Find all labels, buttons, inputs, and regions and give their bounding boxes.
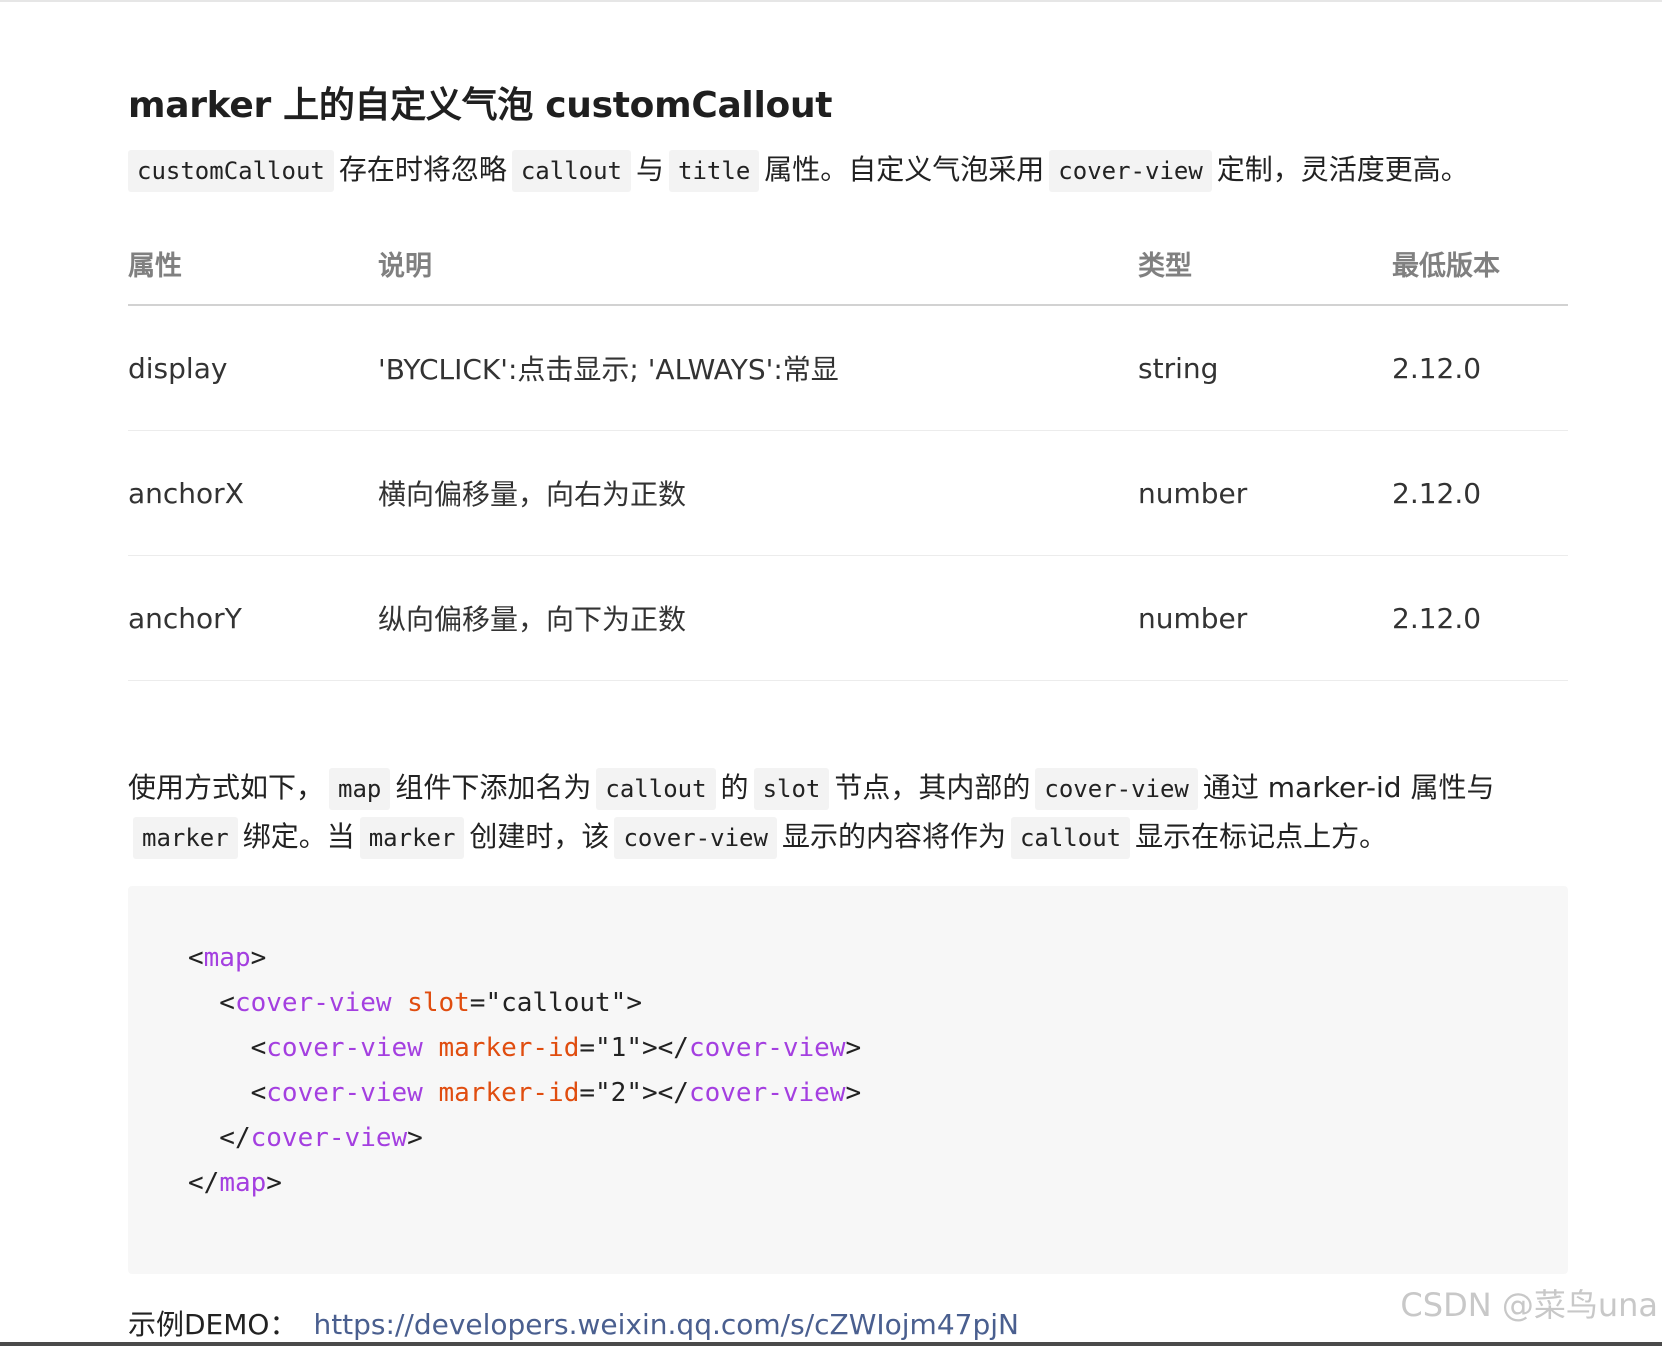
code-tag-name: map bbox=[203, 943, 251, 973]
usage-text: 显示在标记点上方。 bbox=[1135, 820, 1388, 853]
table-row: anchorY 纵向偏移量，向下为正数 number 2.12.0 bbox=[128, 555, 1568, 681]
table-row: anchorX 横向偏移量，向右为正数 number 2.12.0 bbox=[128, 430, 1568, 556]
code-punct bbox=[423, 1033, 439, 1063]
usage-text: 创建时，该 bbox=[469, 820, 610, 853]
intro-paragraph: customCallout 存在时将忽略 callout 与 title 属性。自定义气泡… bbox=[128, 148, 1469, 193]
cell-desc: 'BYCLICK':点击显示; 'ALWAYS':常显 bbox=[378, 305, 1138, 431]
cell-type: number bbox=[1138, 430, 1392, 556]
code-punct: > bbox=[845, 1033, 862, 1063]
usage-text: 显示的内容将作为 bbox=[781, 820, 1006, 853]
code-punct: > bbox=[407, 1123, 423, 1153]
code-punct: > bbox=[845, 1078, 862, 1108]
usage-text: 节点，其内部的 bbox=[834, 771, 1031, 804]
code-punct: ="callout"> bbox=[469, 988, 642, 1018]
header-attr: 属性 bbox=[128, 222, 378, 306]
usage-text: 绑定。当 bbox=[242, 820, 355, 853]
cell-desc: 纵向偏移量，向下为正数 bbox=[378, 555, 1138, 681]
inline-code: marker bbox=[133, 817, 238, 859]
code-tag-name: cover-view bbox=[688, 1078, 846, 1108]
demo-line: 示例DEMO： https://developers.weixin.qq.com/… bbox=[128, 1303, 1019, 1343]
inline-code: callout bbox=[596, 768, 716, 810]
code-line: <cover-view marker-id="1"></cover-view> bbox=[188, 1033, 862, 1063]
cell-type: string bbox=[1138, 305, 1392, 431]
code-punct: </ bbox=[188, 1168, 220, 1198]
intro-text: 存在时将忽略 bbox=[338, 153, 507, 186]
header-version: 最低版本 bbox=[1392, 222, 1568, 306]
cell-attr: anchorY bbox=[128, 555, 378, 681]
header-desc: 说明 bbox=[378, 222, 1138, 306]
top-border bbox=[0, 0, 1662, 2]
cell-attr: display bbox=[128, 305, 378, 431]
code-line: <cover-view slot="callout"> bbox=[188, 988, 642, 1018]
code-punct: > bbox=[250, 943, 267, 973]
code-line: </cover-view> bbox=[188, 1123, 423, 1153]
cell-version-link[interactable]: 2.12.0 bbox=[1392, 555, 1568, 681]
table-row: display 'BYCLICK':点击显示; 'ALWAYS':常显 stri… bbox=[128, 305, 1568, 431]
inline-code: cover-view bbox=[1035, 768, 1198, 810]
code-listing: <map> <cover-view slot="callout"> <cover… bbox=[188, 936, 861, 1206]
cell-version-link[interactable]: 2.12.0 bbox=[1392, 305, 1568, 431]
intro-text: 属性。自定义气泡采用 bbox=[764, 153, 1045, 186]
inline-code: cover-view bbox=[1049, 150, 1212, 192]
code-punct: > bbox=[266, 1168, 282, 1198]
code-punct: < bbox=[188, 1033, 267, 1063]
code-tag-name: map bbox=[219, 1168, 267, 1198]
code-line: </map> bbox=[188, 1168, 282, 1198]
code-line: <cover-view marker-id="2"></cover-view> bbox=[188, 1078, 862, 1108]
code-tag-name: cover-view bbox=[234, 988, 392, 1018]
cell-version-link[interactable]: 2.12.0 bbox=[1392, 430, 1568, 556]
code-punct: </ bbox=[188, 1123, 251, 1153]
inline-code: marker bbox=[359, 817, 465, 859]
code-punct bbox=[392, 988, 408, 1018]
code-punct: ="2"></ bbox=[579, 1078, 689, 1108]
cell-attr: anchorX bbox=[128, 430, 378, 556]
bottom-border bbox=[0, 1342, 1662, 1346]
intro-text: 定制，灵活度更高。 bbox=[1216, 153, 1469, 186]
code-punct: < bbox=[188, 943, 204, 973]
section-heading: marker 上的自定义气泡 customCallout bbox=[128, 85, 833, 126]
cell-desc: 横向偏移量，向右为正数 bbox=[378, 430, 1138, 556]
code-punct: < bbox=[188, 988, 235, 1018]
intro-text: 与 bbox=[636, 153, 665, 186]
code-block: <map> <cover-view slot="callout"> <cover… bbox=[128, 886, 1568, 1274]
inline-code: customCallout bbox=[128, 150, 334, 192]
inline-code: title bbox=[669, 150, 760, 192]
code-punct: ="1"></ bbox=[579, 1033, 689, 1063]
table-header-row: 属性 说明 类型 最低版本 bbox=[128, 222, 1568, 306]
inline-code: callout bbox=[511, 150, 632, 192]
header-type: 类型 bbox=[1138, 222, 1392, 306]
code-tag-name: cover-view bbox=[266, 1033, 423, 1063]
code-attr-name: marker-id bbox=[438, 1033, 580, 1063]
demo-label: 示例DEMO： bbox=[128, 1308, 298, 1341]
cell-type: number bbox=[1138, 555, 1392, 681]
code-punct: < bbox=[188, 1078, 267, 1108]
usage-text: 的 bbox=[720, 771, 749, 804]
code-tag-name: cover-view bbox=[688, 1033, 846, 1063]
code-punct bbox=[423, 1078, 439, 1108]
demo-link[interactable]: https://developers.weixin.qq.com/s/cZWIo… bbox=[313, 1308, 1019, 1341]
inline-code: slot bbox=[753, 768, 830, 810]
code-tag-name: cover-view bbox=[266, 1078, 423, 1108]
usage-text: 使用方式如下， bbox=[128, 771, 325, 804]
csdn-watermark: CSDN @菜鸟una bbox=[1400, 1286, 1658, 1324]
usage-paragraph: 使用方式如下， map 组件下添加名为 callout 的 slot 节点，其内部的 cove… bbox=[128, 764, 1568, 862]
usage-text: 组件下添加名为 bbox=[395, 771, 592, 804]
inline-code: callout bbox=[1010, 817, 1131, 859]
usage-text: 通过 marker-id 属性与 bbox=[1202, 771, 1495, 804]
properties-table: 属性 说明 类型 最低版本 display 'BYCLICK':点击显示; 'A… bbox=[128, 222, 1568, 681]
inline-code: map bbox=[329, 768, 391, 810]
code-line: <map> bbox=[188, 943, 266, 973]
code-tag-name: cover-view bbox=[250, 1123, 408, 1153]
code-attr-name: marker-id bbox=[438, 1078, 580, 1108]
code-attr-name: slot bbox=[407, 988, 470, 1018]
inline-code: cover-view bbox=[614, 817, 777, 859]
